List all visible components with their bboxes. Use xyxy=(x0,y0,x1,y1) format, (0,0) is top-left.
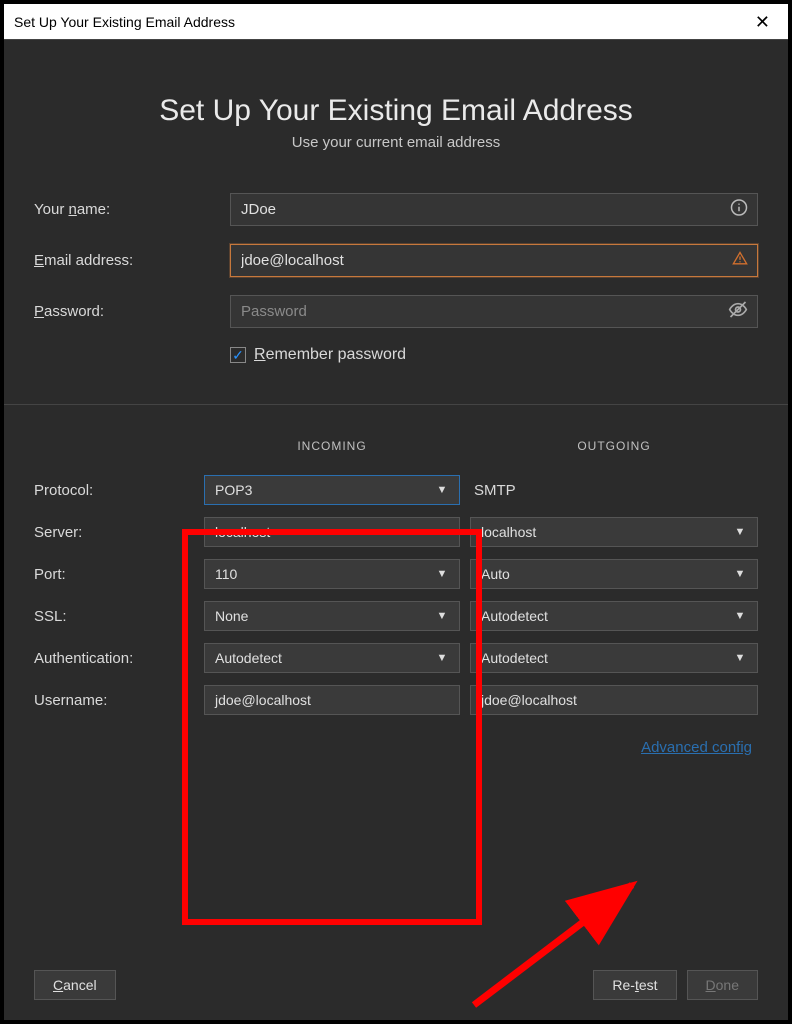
close-icon[interactable]: ✕ xyxy=(747,9,778,35)
done-button[interactable]: Done xyxy=(687,970,758,1000)
username-label: Username: xyxy=(34,692,204,709)
outgoing-header: OUTGOING xyxy=(470,439,758,463)
incoming-username-input[interactable]: jdoe@localhost xyxy=(204,685,460,715)
chevron-down-icon: ▼ xyxy=(729,604,751,628)
chevron-down-icon: ▼ xyxy=(729,562,751,586)
chevron-down-icon: ▼ xyxy=(729,646,751,670)
incoming-protocol-select[interactable]: POP3 ▼ xyxy=(204,475,460,505)
title-bar: Set Up Your Existing Email Address ✕ xyxy=(4,4,788,40)
warning-icon xyxy=(732,250,748,271)
outgoing-username-input[interactable]: jdoe@localhost xyxy=(470,685,758,715)
incoming-auth-select[interactable]: Autodetect ▼ xyxy=(204,643,460,673)
protocol-label: Protocol: xyxy=(34,482,204,499)
incoming-ssl-select[interactable]: None ▼ xyxy=(204,601,460,631)
outgoing-server-select[interactable]: localhost ▼ xyxy=(470,517,758,547)
password-label: Password: xyxy=(34,303,230,320)
port-label: Port: xyxy=(34,566,204,583)
chevron-down-icon: ▼ xyxy=(431,646,453,670)
server-label: Server: xyxy=(34,524,204,541)
name-input[interactable] xyxy=(230,193,758,226)
cancel-button[interactable]: Cancel xyxy=(34,970,116,1000)
chevron-down-icon: ▼ xyxy=(431,604,453,628)
ssl-label: SSL: xyxy=(34,608,204,625)
window-title: Set Up Your Existing Email Address xyxy=(14,14,235,30)
page-subtitle: Use your current email address xyxy=(34,134,758,151)
email-input[interactable] xyxy=(230,244,758,277)
info-icon xyxy=(730,198,748,221)
outgoing-ssl-select[interactable]: Autodetect ▼ xyxy=(470,601,758,631)
retest-button[interactable]: Re-test xyxy=(593,970,676,1000)
email-label: Email address: xyxy=(34,252,230,269)
remember-password-label: Remember password xyxy=(254,346,406,364)
chevron-down-icon: ▼ xyxy=(431,562,453,586)
authentication-label: Authentication: xyxy=(34,650,204,667)
chevron-down-icon: ▼ xyxy=(729,520,751,544)
outgoing-protocol-value: SMTP xyxy=(470,482,758,499)
chevron-down-icon: ▼ xyxy=(431,478,453,502)
page-title: Set Up Your Existing Email Address xyxy=(34,94,758,128)
incoming-server-input[interactable]: localhost xyxy=(204,517,460,547)
name-label: Your name: xyxy=(34,201,230,218)
incoming-port-select[interactable]: 110 ▼ xyxy=(204,559,460,589)
password-input[interactable] xyxy=(230,295,758,328)
outgoing-auth-select[interactable]: Autodetect ▼ xyxy=(470,643,758,673)
incoming-header: INCOMING xyxy=(204,439,470,463)
remember-password-checkbox[interactable]: ✓ xyxy=(230,347,246,363)
advanced-config-link[interactable]: Advanced config xyxy=(641,739,752,756)
eye-off-icon[interactable] xyxy=(728,299,748,324)
outgoing-port-select[interactable]: Auto ▼ xyxy=(470,559,758,589)
